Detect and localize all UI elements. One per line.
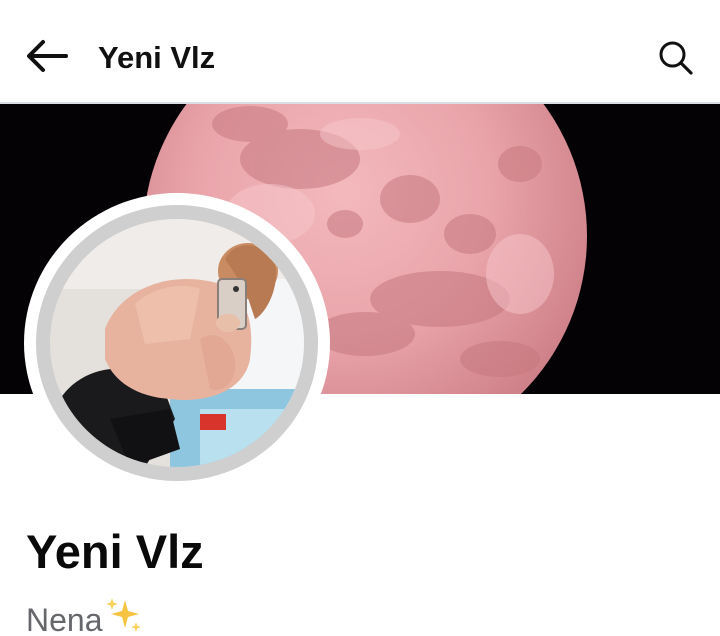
header-title: Yeni Vlz	[98, 40, 216, 75]
profile-screen: Yeni Vlz Yeni Vlz Nena	[0, 0, 720, 636]
top-app-bar: Yeni Vlz	[0, 0, 720, 104]
search-button[interactable]	[650, 34, 702, 86]
profile-bio: Nena	[26, 596, 143, 636]
search-icon	[658, 40, 694, 81]
sparkles-icon	[105, 596, 143, 636]
profile-picture[interactable]	[24, 193, 334, 493]
bio-text: Nena	[26, 601, 103, 636]
profile-name: Yeni Vlz	[26, 525, 204, 578]
back-button[interactable]	[20, 32, 72, 84]
arrow-left-icon	[24, 39, 68, 78]
profile-photo	[50, 219, 304, 467]
